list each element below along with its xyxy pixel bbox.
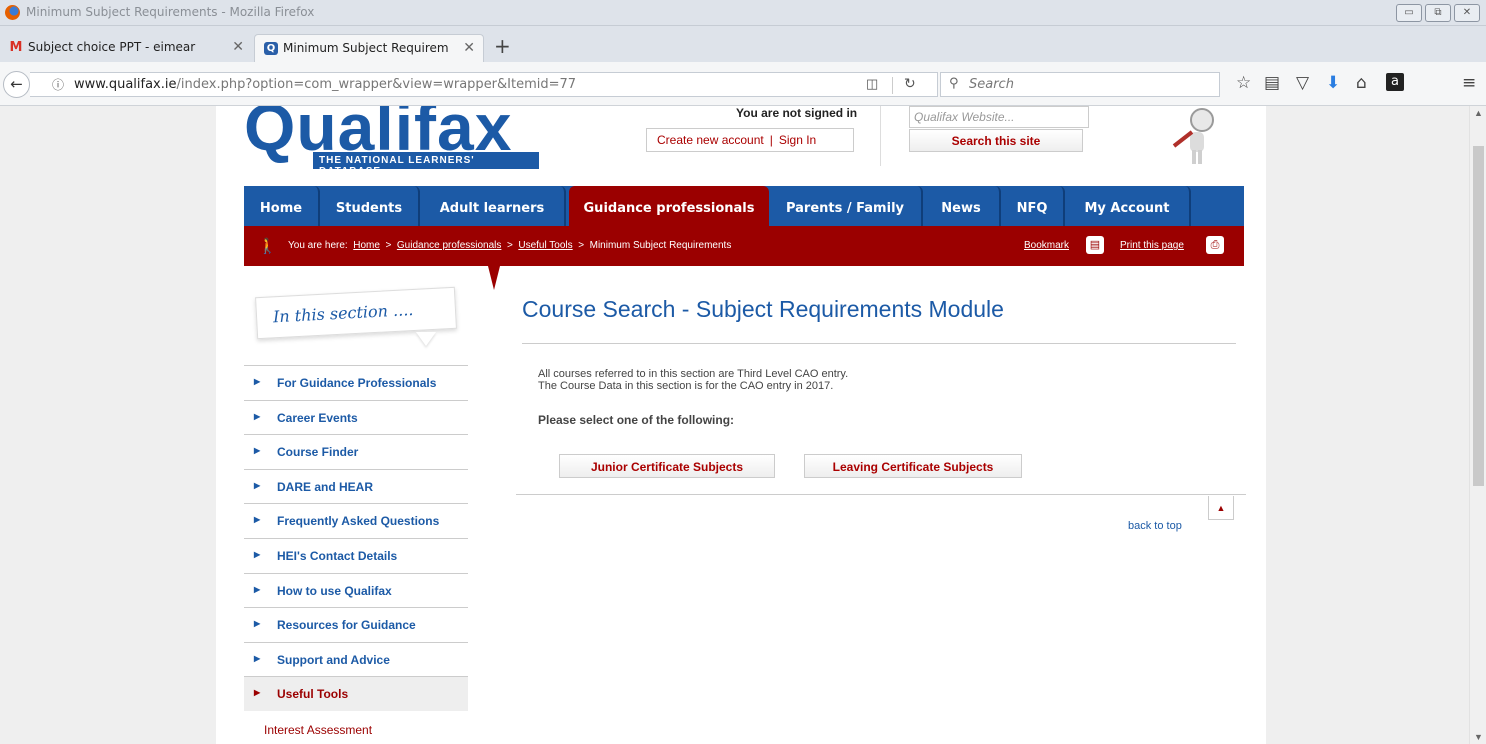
scrollbar-thumb[interactable] [1473,146,1484,486]
sidebar-item-support[interactable]: Support and Advice [244,641,468,677]
nav-home[interactable]: Home [244,186,320,226]
account-links: Create new account | Sign In [646,128,854,152]
divider [880,106,881,166]
scroll-up-icon[interactable]: ▲ [1474,108,1483,118]
url-text: www.qualifax.ie/index.php?option=com_wra… [74,77,577,92]
selection-prompt: Please select one of the following: [538,413,735,427]
divider: | [769,133,773,147]
breadcrumb-guidance[interactable]: Guidance professionals [397,240,502,251]
search-placeholder: Search [969,77,1014,92]
qualifax-favicon-icon: Q [264,42,278,55]
downloads-icon[interactable]: ⬇ [1326,73,1340,93]
sidebar-item-faq[interactable]: Frequently Asked Questions [244,503,468,538]
amazon-icon[interactable]: a [1386,73,1404,91]
logo-tagline: THE NATIONAL LEARNERS' DATABASE [313,152,539,177]
tab-minimum-subject-requirements[interactable]: Q Minimum Subject Requirem ✕ [254,34,484,62]
qualifax-page: Qualifax THE NATIONAL LEARNERS' DATABASE… [216,106,1266,744]
home-icon[interactable]: ⌂ [1356,73,1367,93]
scroll-down-icon[interactable]: ▼ [1474,732,1483,742]
firefox-icon [5,5,20,20]
sidebar-item-resources[interactable]: Resources for Guidance [244,607,468,642]
close-tab-icon[interactable]: ✕ [232,39,244,55]
minimize-button[interactable]: ▭ [1396,4,1422,22]
breadcrumb-prefix: You are here: [288,240,348,251]
window-controls: ▭ ⧉ ✕ [1396,4,1480,22]
bookmark-star-icon[interactable]: ☆ [1236,73,1251,93]
nav-news[interactable]: News [923,186,1001,226]
junior-certificate-button[interactable]: Junior Certificate Subjects [559,454,775,478]
pocket-icon[interactable]: ▽ [1296,73,1309,93]
tab-bar: M Subject choice PPT - eimear ✕ Q Minimu… [0,26,1486,62]
sidebar-item-course-finder[interactable]: Course Finder [244,434,468,469]
close-window-button[interactable]: ✕ [1454,4,1480,22]
divider [892,77,893,94]
gmail-icon: M [9,40,23,55]
reader-view-icon[interactable]: ◫ [866,76,878,92]
magnifier-mascot-icon [1172,108,1214,164]
sign-in-status: You are not signed in [736,106,858,120]
breadcrumb-useful-tools[interactable]: Useful Tools [518,240,572,251]
section-card-tail [416,332,436,346]
sidebar-item-how-to-use[interactable]: How to use Qualifax [244,572,468,608]
sign-in-link[interactable]: Sign In [779,133,816,147]
nav-my-account[interactable]: My Account [1065,186,1191,226]
sidebar-item-for-guidance-professionals[interactable]: For Guidance Professionals [244,365,468,400]
main-navigation: Home Students Adult learners Guidance pr… [244,186,1244,226]
intro-line: The Course Data in this section is for t… [538,380,834,392]
intro-text: All courses referred to in this section … [538,368,848,392]
url-bar[interactable]: ⓘ www.qualifax.ie/index.php?option=com_w… [30,72,938,97]
bookmark-link[interactable]: Bookmark [1024,240,1069,251]
breadcrumb-home[interactable]: Home [353,240,380,251]
create-account-link[interactable]: Create new account [657,133,764,147]
tab-label: Subject choice PPT - eimear [28,40,196,54]
site-search-button[interactable]: Search this site [909,129,1083,152]
back-button[interactable]: ← [3,71,30,98]
browser-search-input[interactable]: ⚲ Search [940,72,1220,97]
breadcrumb-bar: 🚶 You are here: Home > Guidance professi… [244,226,1244,266]
leaving-certificate-button[interactable]: Leaving Certificate Subjects [804,454,1022,478]
breadcrumb: You are here: Home > Guidance profession… [288,240,732,251]
back-to-top-link[interactable]: back to top [1128,520,1182,532]
intro-line: All courses referred to in this section … [538,368,849,380]
breadcrumb-current: Minimum Subject Requirements [589,240,732,251]
navigation-toolbar: ← ⓘ www.qualifax.ie/index.php?option=com… [0,62,1486,106]
sidebar-subitem-interest-assessment[interactable]: Interest Assessment [244,711,468,744]
close-tab-icon[interactable]: ✕ [463,40,475,56]
divider [522,343,1236,344]
page-viewport: Qualifax THE NATIONAL LEARNERS' DATABASE… [0,106,1486,744]
new-tab-button[interactable]: + [494,34,511,58]
section-sidebar: For Guidance Professionals Career Events… [244,365,468,744]
reload-icon[interactable]: ↻ [904,76,916,92]
menu-icon[interactable]: ≡ [1462,73,1476,93]
bookmarks-library-icon[interactable]: ▤ [1264,73,1280,93]
divider [516,494,1246,495]
restore-button[interactable]: ⧉ [1425,4,1451,22]
window-title: Minimum Subject Requirements - Mozilla F… [26,5,315,19]
bookmark-icon[interactable]: ▤ [1086,236,1104,254]
person-walking-icon: 🚶 [258,238,277,255]
active-tab-pointer [488,266,500,290]
print-icon[interactable]: ⎙ [1206,236,1224,254]
sidebar-item-dare-and-hear[interactable]: DARE and HEAR [244,468,468,504]
tab-label: Minimum Subject Requirem [283,41,449,55]
page-title: Course Search - Subject Requirements Mod… [522,296,1004,322]
page-scrollbar[interactable]: ▲ ▼ [1469,106,1486,744]
sidebar-item-useful-tools[interactable]: Useful Tools [244,676,468,711]
print-page-link[interactable]: Print this page [1120,240,1184,251]
site-info-icon[interactable]: ⓘ [52,76,64,93]
site-search-input[interactable]: Qualifax Website... [909,106,1089,128]
window-titlebar: Minimum Subject Requirements - Mozilla F… [0,0,1486,26]
sidebar-item-career-events[interactable]: Career Events [244,399,468,435]
nav-parents-family[interactable]: Parents / Family [769,186,923,226]
nav-students[interactable]: Students [320,186,420,226]
back-to-top-icon[interactable]: ▲ [1208,496,1234,520]
nav-adult-learners[interactable]: Adult learners [420,186,566,226]
sidebar-item-hei-contact[interactable]: HEI's Contact Details [244,537,468,573]
nav-guidance-professionals[interactable]: Guidance professionals [569,186,769,226]
tab-subject-choice[interactable]: M Subject choice PPT - eimear ✕ [0,34,252,62]
nav-nfq[interactable]: NFQ [1001,186,1065,226]
search-icon: ⚲ [949,76,959,91]
